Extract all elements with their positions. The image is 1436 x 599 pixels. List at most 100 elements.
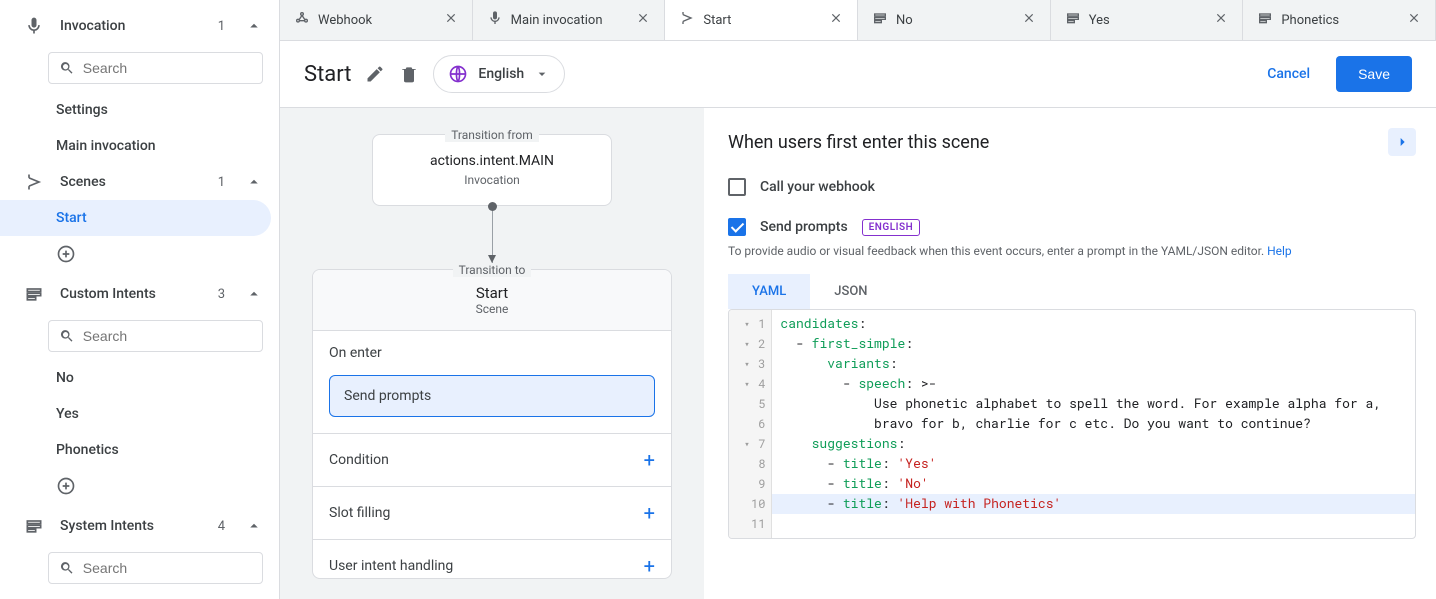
webhook-icon — [294, 10, 310, 30]
format-tabs: YAML JSON — [728, 274, 1416, 309]
user-intent-row[interactable]: User intent handling + — [313, 540, 671, 579]
sidebar-custom-intents-header[interactable]: Custom Intents 3 — [0, 276, 279, 312]
tab-label: Phonetics — [1281, 13, 1339, 28]
tab-yes[interactable]: Yes — [1051, 0, 1244, 40]
add-slot-icon[interactable]: + — [644, 501, 655, 525]
mic-icon — [487, 10, 503, 30]
send-prompts-chip[interactable]: Send prompts — [329, 375, 655, 417]
sidebar-system-intents-header[interactable]: System Intents 4 — [0, 508, 279, 544]
chevron-up-icon — [245, 17, 263, 35]
call-webhook-row[interactable]: Call your webhook — [728, 178, 1416, 196]
code-line[interactable]: - first_simple: — [772, 334, 1415, 354]
intent-icon — [24, 516, 44, 536]
tab-main-invocation[interactable]: Main invocation — [473, 0, 666, 40]
tab-webhook[interactable]: Webhook — [280, 0, 473, 40]
sidebar-item-yes[interactable]: Yes — [0, 396, 279, 432]
code-line[interactable] — [772, 514, 1415, 534]
save-button[interactable]: Save — [1336, 56, 1412, 92]
help-link[interactable]: Help — [1267, 244, 1292, 258]
delete-icon[interactable] — [399, 64, 419, 84]
panel-title: When users first enter this scene — [728, 132, 989, 153]
sidebar-item-manage[interactable]: Manage system intents — [0, 592, 279, 599]
tab-start[interactable]: Start — [665, 0, 858, 40]
sidebar-item-main-invocation[interactable]: Main invocation — [0, 128, 279, 164]
condition-row[interactable]: Condition + — [313, 434, 671, 486]
close-icon[interactable] — [1214, 11, 1228, 29]
gutter-line: 9 — [729, 474, 771, 494]
sidebar-system-intents-label: System Intents — [60, 518, 202, 534]
close-icon[interactable] — [1022, 11, 1036, 29]
code-line[interactable]: bravo for b, charlie for c etc. Do you w… — [772, 414, 1415, 434]
send-prompts-checkbox[interactable] — [728, 218, 746, 236]
transition-to-label: Transition to — [453, 263, 532, 277]
right-panel: When users first enter this scene Call y… — [704, 108, 1436, 599]
connector-line — [492, 206, 493, 263]
code-line[interactable]: variants: — [772, 354, 1415, 374]
slot-filling-label: Slot filling — [329, 505, 390, 521]
code-line[interactable]: - title: 'Help with Phonetics' — [772, 494, 1415, 514]
sidebar-item-no[interactable]: No — [0, 360, 279, 396]
sidebar-item-start[interactable]: Start — [0, 200, 271, 236]
search-icon — [59, 59, 75, 77]
gutter-line: ▾4 — [729, 374, 771, 394]
sidebar-scenes-count: 1 — [218, 175, 225, 190]
transition-from-label: Transition from — [445, 128, 539, 142]
code-line[interactable]: - title: 'No' — [772, 474, 1415, 494]
language-label: English — [478, 66, 524, 82]
sidebar-item-phonetics[interactable]: Phonetics — [0, 432, 279, 468]
add-condition-icon[interactable]: + — [644, 448, 655, 472]
sidebar-scenes-header[interactable]: Scenes 1 — [0, 164, 279, 200]
tab-no[interactable]: No — [858, 0, 1051, 40]
close-icon[interactable] — [636, 11, 650, 29]
scene-icon — [679, 10, 695, 30]
transition-from-node[interactable]: actions.intent.MAIN Invocation — [372, 134, 612, 206]
send-prompts-row[interactable]: Send prompts ENGLISH — [728, 218, 1416, 236]
call-webhook-checkbox[interactable] — [728, 178, 746, 196]
sidebar-invocation-search[interactable] — [48, 52, 263, 84]
sidebar-custom-intents-count: 3 — [218, 287, 225, 302]
sidebar-scenes-label: Scenes — [60, 174, 202, 190]
sidebar-system-search[interactable] — [48, 552, 263, 584]
tab-phonetics[interactable]: Phonetics — [1243, 0, 1436, 40]
code-line[interactable]: Use phonetic alphabet to spell the word.… — [772, 394, 1415, 414]
code-line[interactable]: - title: 'Yes' — [772, 454, 1415, 474]
yaml-tab[interactable]: YAML — [728, 274, 810, 309]
sidebar-item-settings[interactable]: Settings — [0, 92, 279, 128]
intent-icon — [872, 10, 888, 30]
cancel-button[interactable]: Cancel — [1255, 58, 1322, 90]
sidebar-add-intent[interactable] — [0, 468, 279, 508]
search-input[interactable] — [83, 560, 252, 576]
mic-icon — [24, 16, 44, 36]
help-text: To provide audio or visual feedback when… — [728, 244, 1416, 258]
tab-label: No — [896, 13, 913, 28]
close-icon[interactable] — [444, 11, 458, 29]
search-icon — [59, 559, 75, 577]
code-editor[interactable]: ▾1▾2▾3▾456▾7891011 candidates: - first_s… — [728, 309, 1416, 539]
language-selector[interactable]: English — [433, 55, 565, 93]
code-line[interactable]: candidates: — [772, 314, 1415, 334]
sidebar-add-scene[interactable] — [0, 236, 279, 276]
tab-label: Main invocation — [511, 13, 603, 28]
json-tab[interactable]: JSON — [810, 274, 891, 309]
code-line[interactable]: suggestions: — [772, 434, 1415, 454]
sidebar-intents-search[interactable] — [48, 320, 263, 352]
plus-circle-icon — [56, 244, 76, 264]
close-icon[interactable] — [1407, 11, 1421, 29]
send-prompts-label: Send prompts — [760, 219, 848, 235]
edit-icon[interactable] — [365, 64, 385, 84]
add-intent-icon[interactable]: + — [644, 554, 655, 578]
gutter-line: 10 — [729, 494, 771, 514]
scene-card-sub: Scene — [327, 302, 657, 316]
chevron-up-icon — [245, 173, 263, 191]
sidebar-invocation-header[interactable]: Invocation 1 — [0, 8, 279, 44]
search-input[interactable] — [83, 328, 252, 344]
on-enter-row: On enter — [313, 331, 671, 375]
close-icon[interactable] — [829, 11, 843, 29]
chevron-up-icon — [245, 517, 263, 535]
code-line[interactable]: - speech: >- — [772, 374, 1415, 394]
scene-card-header[interactable]: Start Scene — [313, 270, 671, 331]
search-input[interactable] — [83, 60, 252, 76]
slot-filling-row[interactable]: Slot filling + — [313, 487, 671, 539]
plus-circle-icon — [56, 476, 76, 496]
expand-panel-button[interactable] — [1388, 128, 1416, 156]
